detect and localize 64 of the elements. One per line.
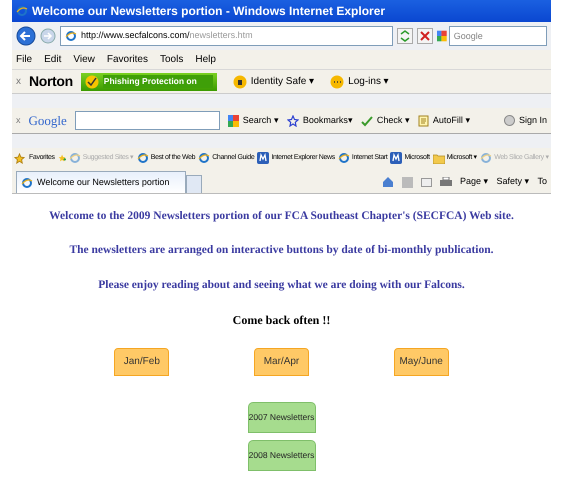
toolbar-button[interactable]: Search ▾ [228,114,279,128]
paragraph: Please enjoy reading about and seeing what we are doing with our Falcons. [98,278,465,292]
new-tab-button[interactable] [186,175,202,193]
circle-icon [504,115,515,126]
ie-icon [68,152,81,164]
paragraph: Come back often !! [232,312,330,329]
month-button[interactable]: Jan/Feb [114,348,170,376]
menu-item[interactable]: Help [195,52,216,67]
ie-icon [21,176,33,188]
norton-logo: Norton [29,72,73,91]
refresh-icon[interactable] [397,28,413,44]
google-search-field[interactable] [74,111,220,130]
m-tile-icon [257,152,270,164]
printer-icon[interactable] [440,176,452,188]
ie-icon [338,152,350,164]
google-logo: Google [28,112,67,130]
dots-icon [330,74,344,88]
window-title: Welcome our Newsletters portion - Windows Internet Explorer [32,3,386,20]
address-field[interactable]: http://www.secfalcons.com/newsletters.htm [60,26,393,46]
month-button[interactable]: Mar/Apr [254,348,309,376]
form-icon [418,114,429,126]
close-toolbar-button[interactable]: x [16,114,20,128]
lock-icon [232,74,247,88]
toolbar-button[interactable]: AutoFill ▾ [418,114,470,128]
star-icon [14,152,25,164]
ie-logo-icon [16,5,28,17]
command-menu[interactable]: To [537,175,547,189]
search-field[interactable]: Google [448,26,547,46]
ie-icon [198,152,210,164]
close-icon[interactable] [417,28,433,44]
folder-icon [432,152,445,164]
paragraph: The newsletters are arranged on interactive buttons by date of bi-monthly publication. [69,243,494,258]
paragraph: Welcome to the 2009 Newsletters portion of our FCA Southeast Chapter's (SECFCA) Web site. [49,209,514,224]
menu-item[interactable]: View [73,52,95,67]
toolbar-button[interactable]: Log-ins ▾ [330,74,389,89]
toolbar-button[interactable]: Identity Safe ▾ [232,74,314,89]
url-text: http://www.secfalcons.com/newsletters.htm [81,29,253,42]
toolbar-button[interactable]: Bookmarks▾ [286,114,353,128]
check-icon [84,74,99,88]
archive-button[interactable]: 2008 Newsletters [248,440,316,471]
month-button[interactable]: May/June [394,348,449,376]
menu-item[interactable]: File [16,52,32,67]
command-menu[interactable]: Safety ▾ [496,175,530,189]
menu-item[interactable]: Tools [160,52,184,67]
close-toolbar-button[interactable]: x [16,74,21,89]
add-favorite-icon[interactable] [58,152,66,164]
toolbar-button[interactable]: Sign In [504,114,547,128]
command-menu[interactable]: Page ▾ [460,175,488,189]
g-logo-icon [437,30,447,42]
toolbar-button[interactable]: Check ▾ [360,114,410,128]
m-tile-icon [390,152,402,164]
page-icon [65,30,77,42]
browser-tab[interactable]: Welcome our Newsletters portion [16,171,186,193]
spellcheck-icon [360,114,373,126]
ie-icon [480,152,492,164]
home-icon[interactable] [382,176,394,188]
back-icon[interactable] [16,26,36,46]
menu-item[interactable]: Edit [44,52,62,67]
forward-icon[interactable] [40,28,56,44]
star-icon [286,114,299,126]
ie-icon [136,152,149,164]
g-logo-icon [228,114,239,126]
archive-button[interactable]: 2007 Newsletters [248,402,316,433]
menu-item[interactable]: Favorites [106,52,148,67]
